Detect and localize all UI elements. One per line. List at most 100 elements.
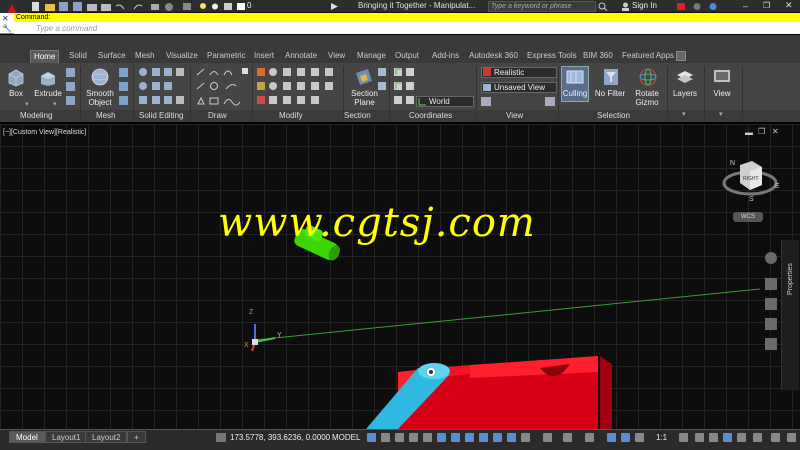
- panel-selection[interactable]: Selection: [597, 111, 630, 120]
- tab-parametric[interactable]: Parametric: [204, 50, 249, 63]
- tab-surface[interactable]: Surface: [95, 50, 129, 63]
- section-plane-icon[interactable]: [354, 67, 374, 89]
- open-cloud-icon[interactable]: [87, 2, 97, 11]
- command-input[interactable]: Type a command: [14, 23, 800, 34]
- properties-label[interactable]: Properties: [787, 263, 794, 295]
- section-live-icon[interactable]: [378, 68, 386, 76]
- tab-view[interactable]: View: [325, 50, 348, 63]
- view-icon[interactable]: [712, 67, 732, 89]
- search-input[interactable]: Type a keyword or phrase: [488, 1, 596, 12]
- smooth-object-icon[interactable]: [90, 67, 110, 89]
- ortho-icon[interactable]: [395, 433, 404, 442]
- connect-icon[interactable]: [692, 2, 702, 13]
- wrench-icon[interactable]: 🔧: [2, 24, 12, 33]
- panel-draw[interactable]: Draw: [208, 111, 227, 120]
- tab-annotate[interactable]: Annotate: [282, 50, 320, 63]
- union-icon[interactable]: [66, 96, 75, 105]
- open-icon[interactable]: [45, 2, 55, 11]
- tab-model[interactable]: Model: [9, 431, 45, 443]
- navigation-bar-icon[interactable]: [762, 240, 780, 362]
- panel-mesh[interactable]: Mesh: [96, 111, 116, 120]
- clean-screen-icon[interactable]: [753, 433, 762, 442]
- extrude-dropdown-arrow[interactable]: ▾: [53, 100, 57, 108]
- mesh-refine-icon[interactable]: [119, 96, 128, 105]
- visual-style-dropdown[interactable]: Realistic: [481, 67, 557, 78]
- extrude-icon[interactable]: [38, 67, 58, 89]
- view-manager-icon[interactable]: [545, 97, 555, 106]
- viewcube-face-label[interactable]: RIGHT: [743, 176, 759, 182]
- play-icon[interactable]: [330, 2, 339, 13]
- auto-scale-icon[interactable]: [621, 433, 630, 442]
- tab-home[interactable]: Home: [30, 50, 60, 63]
- tab-output[interactable]: Output: [392, 50, 422, 63]
- tab-bim-360[interactable]: BIM 360: [580, 50, 616, 63]
- sign-in-link[interactable]: Sign In: [632, 1, 657, 10]
- layer-icon[interactable]: [223, 2, 233, 11]
- rotate-gizmo-button[interactable]: Rotate Gizmo: [630, 89, 664, 107]
- lightbulb-icon[interactable]: [198, 2, 208, 11]
- minimize-icon[interactable]: –: [743, 1, 748, 11]
- restore-icon[interactable]: ❐: [763, 1, 770, 10]
- undo-icon[interactable]: [115, 2, 125, 11]
- tab-layout2[interactable]: Layout2: [85, 431, 128, 443]
- add-layout-button[interactable]: +: [127, 431, 146, 443]
- layers-icon[interactable]: [675, 67, 695, 89]
- command-close-icon[interactable]: ✕: [2, 14, 9, 23]
- isodraft-icon[interactable]: [423, 433, 432, 442]
- section-add-jog-icon[interactable]: [378, 82, 386, 90]
- layer-color-swatch[interactable]: [236, 2, 246, 11]
- save-as-icon[interactable]: [73, 2, 83, 11]
- mesh-smooth-more-icon[interactable]: [119, 68, 128, 77]
- rotate-gizmo-icon[interactable]: [638, 67, 658, 89]
- tab-insert[interactable]: Insert: [251, 50, 277, 63]
- box-icon[interactable]: [6, 67, 26, 89]
- coordinate-readout[interactable]: 173.5778, 393.6236, 0.0000: [230, 433, 330, 442]
- layers-dropdown-arrow[interactable]: ▾: [682, 110, 686, 118]
- close-icon[interactable]: ✕: [785, 0, 793, 11]
- status-overflow-icon[interactable]: [787, 433, 796, 442]
- selection-cycling-icon[interactable]: [563, 433, 572, 442]
- plot-icon[interactable]: [150, 2, 160, 11]
- panel-modify[interactable]: Modify: [279, 111, 303, 120]
- dynamic-ucs-icon[interactable]: [479, 433, 488, 442]
- sun-icon[interactable]: [210, 2, 220, 11]
- polar-icon[interactable]: [409, 433, 418, 442]
- wcs-menu[interactable]: WCS: [733, 212, 763, 222]
- annotation-scale-value[interactable]: 1:1: [656, 433, 667, 442]
- tab-visualize[interactable]: Visualize: [163, 50, 201, 63]
- tab-manage[interactable]: Manage: [354, 50, 389, 63]
- solid-editing-icons[interactable]: [138, 68, 188, 110]
- annotation-monitor-icon[interactable]: [585, 433, 594, 442]
- save-cloud-icon[interactable]: [101, 2, 111, 11]
- panel-view[interactable]: View: [506, 111, 523, 120]
- workspace-switch-icon[interactable]: [679, 433, 688, 442]
- view-button[interactable]: View: [707, 89, 737, 98]
- tab-layout1[interactable]: Layout1: [45, 431, 88, 443]
- modify-icons[interactable]: [257, 68, 343, 110]
- panel-section[interactable]: Section: [344, 111, 371, 120]
- snap-icon[interactable]: [381, 433, 390, 442]
- annotation-visibility-icon[interactable]: [607, 433, 616, 442]
- user-icon[interactable]: [621, 2, 630, 13]
- new-icon[interactable]: [31, 2, 41, 11]
- view-dropdown-arrow[interactable]: ▾: [719, 110, 723, 118]
- gizmo-icon[interactable]: [507, 433, 516, 442]
- annotation-scale-icon[interactable]: [635, 433, 644, 442]
- saved-view-dropdown[interactable]: Unsaved View: [481, 82, 557, 93]
- share-icon[interactable]: [182, 2, 192, 11]
- tab-featured-apps[interactable]: Featured Apps: [619, 50, 677, 63]
- lineweight-icon[interactable]: [521, 433, 530, 442]
- units-icon[interactable]: [709, 433, 718, 442]
- redo-icon[interactable]: [133, 2, 143, 11]
- 3d-osnap-icon[interactable]: [465, 433, 474, 442]
- customization-icon[interactable]: [771, 433, 780, 442]
- layers-button[interactable]: Layers: [670, 89, 700, 98]
- search-icon[interactable]: [598, 2, 608, 13]
- model-space-toggle[interactable]: MODEL: [332, 433, 360, 442]
- panel-modeling[interactable]: Modeling: [20, 111, 52, 120]
- current-layer-value[interactable]: 0: [247, 1, 251, 10]
- box-dropdown-arrow[interactable]: ▾: [25, 100, 29, 108]
- hardware-acceleration-icon[interactable]: [737, 433, 746, 442]
- tab-mesh[interactable]: Mesh: [132, 50, 158, 63]
- selection-filter-icon[interactable]: [493, 433, 502, 442]
